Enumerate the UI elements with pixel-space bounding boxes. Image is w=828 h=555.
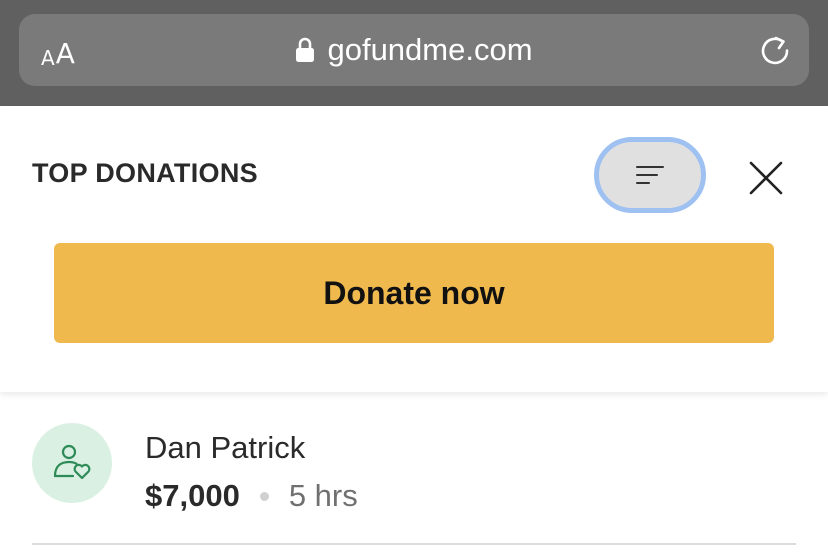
close-button[interactable]: [744, 156, 788, 200]
donor-name: Dan Patrick: [145, 430, 306, 465]
donation-list-item[interactable]: Dan Patrick $7,000 5 hrs: [32, 392, 796, 545]
avatar: [32, 423, 112, 503]
lock-icon: [295, 37, 315, 63]
url-text[interactable]: gofundme.com: [327, 32, 532, 68]
close-icon: [749, 161, 783, 195]
donations-sheet-header: TOP DONATIONS Donate now: [0, 106, 828, 392]
donation-amount: $7,000: [145, 478, 240, 513]
separator-dot: [259, 491, 269, 501]
url-display: gofundme.com: [19, 14, 809, 86]
sort-button[interactable]: [594, 137, 706, 213]
donation-time: 5 hrs: [288, 478, 358, 513]
donor-heart-icon: [53, 444, 91, 480]
sort-icon: [636, 166, 664, 184]
page-title: TOP DONATIONS: [32, 158, 258, 188]
donation-meta: $7,000 5 hrs: [145, 478, 358, 514]
browser-toolbar: A A gofundme.com: [0, 0, 828, 106]
text-size-small-glyph: A: [41, 46, 55, 70]
address-bar[interactable]: A A gofundme.com: [19, 14, 809, 86]
reload-icon[interactable]: [757, 32, 793, 68]
text-size-large-glyph: A: [55, 37, 75, 70]
text-size-button[interactable]: A A: [41, 32, 75, 70]
donate-now-button[interactable]: Donate now: [54, 243, 774, 343]
